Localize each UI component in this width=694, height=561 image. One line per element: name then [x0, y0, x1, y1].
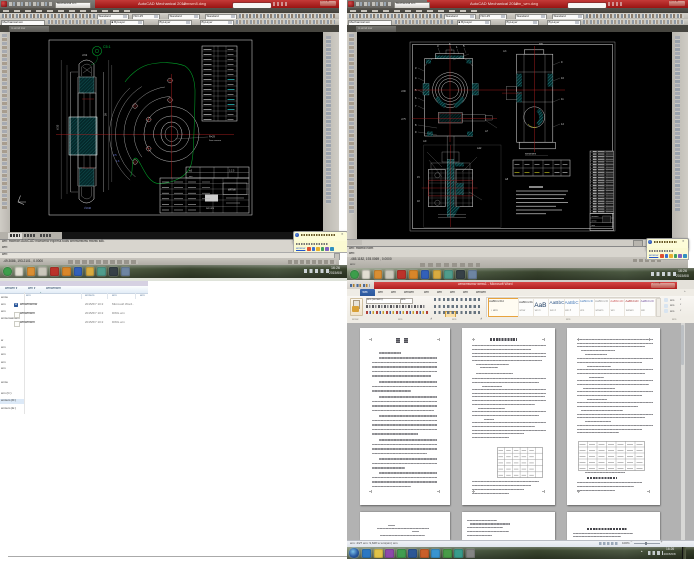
- svg-text:∅62: ∅62: [82, 53, 88, 57]
- svg-text:∅90: ∅90: [401, 90, 406, 93]
- svg-text:R=29: R=29: [209, 136, 215, 139]
- svg-text:∅240: ∅240: [84, 206, 92, 210]
- svg-text:wmw: wmw: [592, 221, 597, 223]
- svg-text:wmwm: wmwm: [592, 216, 599, 218]
- svg-text:∅75: ∅75: [401, 118, 406, 121]
- svg-text:wmwmwm: wmwmwm: [525, 153, 536, 156]
- svg-text:1:2.5: 1:2.5: [229, 170, 235, 173]
- svg-text:∅35: ∅35: [56, 124, 60, 130]
- svg-text:wm: wm: [592, 225, 596, 227]
- svg-text:w12: w12: [477, 147, 482, 150]
- svg-text:wmw: wmw: [228, 188, 236, 192]
- svg-text:wm wm: wm wm: [206, 207, 214, 210]
- svg-text:wm: wm: [189, 176, 193, 178]
- svg-text:C5:1: C5:1: [103, 45, 111, 49]
- svg-text:5wm wmwm: 5wm wmwm: [209, 140, 221, 142]
- svg-text:mw: mw: [539, 43, 543, 46]
